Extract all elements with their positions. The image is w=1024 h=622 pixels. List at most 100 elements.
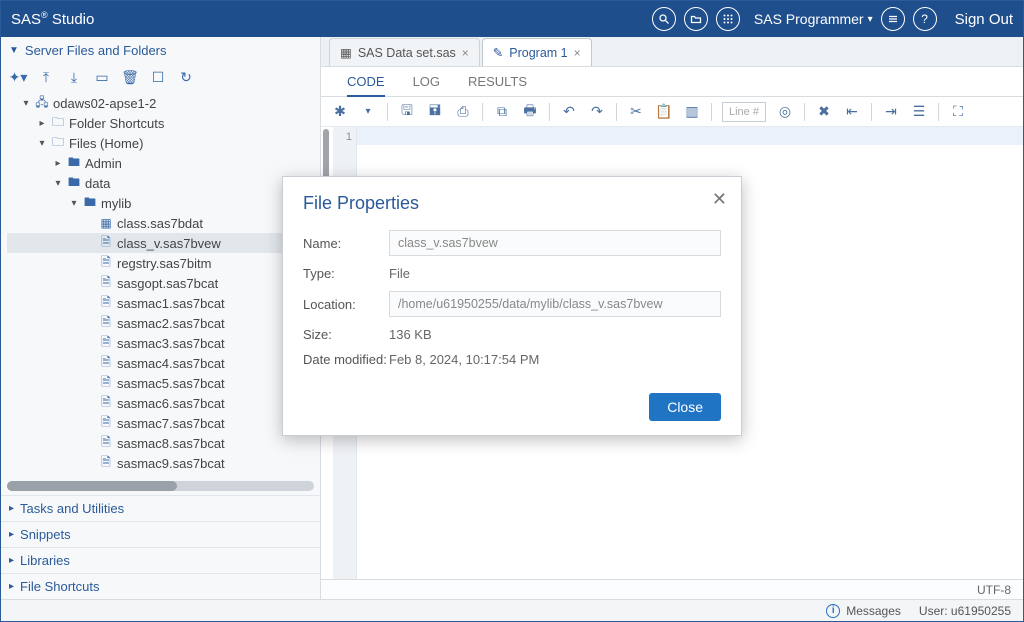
close-icon[interactable]: ✕ xyxy=(712,189,727,210)
sidebar: ▼ Server Files and Folders ✦▾ ⤒ ⤓ ▭ 🗑 ☐ … xyxy=(1,37,321,599)
tree-node-files-home[interactable]: ▾ 🗀 Files (Home) xyxy=(7,133,320,153)
panel-title: Tasks and Utilities xyxy=(20,501,124,516)
panel-tasks[interactable]: ▸ Tasks and Utilities xyxy=(1,495,320,521)
download-icon[interactable]: ⤓ xyxy=(65,68,83,86)
new-folder-icon[interactable]: ▭ xyxy=(93,68,111,86)
tree-node-server[interactable]: ▾ 🖧 odaws02-apse1-2 xyxy=(7,93,320,113)
maximize-icon[interactable]: ⛶ xyxy=(949,103,967,120)
tree-file-label: regstry.sas7bitm xyxy=(117,256,211,271)
chevron-right-icon: ▸ xyxy=(9,581,14,592)
tree-node-data[interactable]: ▾ 🖿 data xyxy=(7,173,320,193)
tree-file-item[interactable]: ▦class.sas7bdat xyxy=(7,213,320,233)
tree-file-item[interactable]: 🗎sasmac7.sas7bcat xyxy=(7,413,320,433)
undo-icon[interactable]: ↶ xyxy=(560,103,578,120)
file-tree[interactable]: ▾ 🖧 odaws02-apse1-2 ▸ 🗀 Folder Shortcuts… xyxy=(1,91,320,481)
outdent-icon[interactable]: ⇥ xyxy=(882,103,900,120)
chevron-down-icon: ▾ xyxy=(21,98,31,109)
tab-program-1[interactable]: ✎ Program 1 × xyxy=(482,38,592,66)
redo-icon[interactable]: ↷ xyxy=(588,103,606,120)
tree-file-item[interactable]: 🗎sasmac5.sas7bcat xyxy=(7,373,320,393)
find-icon[interactable]: ◎ xyxy=(776,103,794,120)
tree-node-mylib[interactable]: ▾ 🖿 mylib xyxy=(7,193,320,213)
indent-icon[interactable]: ⇤ xyxy=(843,103,861,120)
user-label: User: xyxy=(919,604,948,618)
tree-label: Folder Shortcuts xyxy=(69,116,164,131)
copy-icon[interactable]: ⧉ xyxy=(493,103,511,120)
export-icon[interactable]: ⎙ xyxy=(454,103,472,120)
cut-icon[interactable]: ✂ xyxy=(627,103,645,120)
delete-icon[interactable]: 🗑 xyxy=(121,68,139,86)
more-menu-icon[interactable] xyxy=(881,7,905,31)
panel-server-files[interactable]: ▼ Server Files and Folders xyxy=(1,37,320,63)
sidebar-sections: ▸ Tasks and Utilities ▸ Snippets ▸ Libra… xyxy=(1,495,320,599)
save-as-icon[interactable]: 🖬 xyxy=(426,100,444,124)
snippet-icon[interactable]: ☰ xyxy=(910,103,928,120)
apps-icon[interactable] xyxy=(716,7,740,31)
file-icon: 🗎 xyxy=(99,253,113,274)
role-dropdown[interactable]: SAS Programmer ▾ xyxy=(754,11,873,27)
scrollbar-thumb[interactable] xyxy=(7,481,177,491)
panel-libraries[interactable]: ▸ Libraries xyxy=(1,547,320,573)
help-icon[interactable]: ? xyxy=(913,7,937,31)
messages-label: Messages xyxy=(846,604,901,618)
panel-title: File Shortcuts xyxy=(20,579,99,594)
tree-file-item[interactable]: 🗎sasmac1.sas7bcat xyxy=(7,293,320,313)
goto-line-input[interactable]: Line # xyxy=(722,102,766,122)
field-location[interactable] xyxy=(389,291,721,317)
messages-button[interactable]: i Messages xyxy=(826,604,901,618)
tree-node-folder-shortcuts[interactable]: ▸ 🗀 Folder Shortcuts xyxy=(7,113,320,133)
tree-file-item[interactable]: 🗎 regstry.sas7bitm xyxy=(7,253,320,273)
tree-node-admin[interactable]: ▸ 🖿 Admin xyxy=(7,153,320,173)
code-line[interactable] xyxy=(357,127,1023,145)
folder-icon: 🖿 xyxy=(83,193,97,214)
close-icon[interactable]: × xyxy=(574,46,581,60)
tree-file-label: sasmac2.sas7bcat xyxy=(117,316,225,331)
sign-out-link[interactable]: Sign Out xyxy=(955,11,1013,28)
panel-title: Server Files and Folders xyxy=(25,43,167,58)
file-icon: 🗎 xyxy=(99,233,113,254)
tree-file-item[interactable]: 🗎sasmac6.sas7bcat xyxy=(7,393,320,413)
app-root: SAS® Studio SAS Programmer ▾ ? Sign Out … xyxy=(0,0,1024,622)
run-menu-chevron-icon[interactable]: ▾ xyxy=(359,106,377,117)
tree-file-label: sasmac4.sas7bcat xyxy=(117,356,225,371)
search-icon[interactable] xyxy=(652,7,676,31)
editor-subtabs: CODE LOG RESULTS xyxy=(321,67,1023,97)
tree-file-item[interactable]: 🗎class_v.sas7bvew xyxy=(7,233,320,253)
close-icon[interactable]: × xyxy=(462,46,469,60)
file-icon: 🗎 xyxy=(99,293,113,314)
tree-file-item[interactable]: 🗎sasmac4.sas7bcat xyxy=(7,353,320,373)
info-icon: i xyxy=(826,604,840,618)
subtab-results[interactable]: RESULTS xyxy=(468,68,527,95)
run-icon[interactable]: ✱ xyxy=(331,103,349,120)
label-name: Name: xyxy=(303,236,389,251)
tree-file-label: sasmac9.sas7bcat xyxy=(117,456,225,471)
horizontal-scrollbar[interactable] xyxy=(7,481,314,491)
subtab-log[interactable]: LOG xyxy=(413,68,440,95)
close-button[interactable]: Close xyxy=(649,393,721,421)
subtab-code[interactable]: CODE xyxy=(347,68,385,97)
folder-icon: 🖿 xyxy=(67,173,81,194)
panel-snippets[interactable]: ▸ Snippets xyxy=(1,521,320,547)
save-icon[interactable]: 🖫 xyxy=(398,100,416,124)
upload-icon[interactable]: ⤒ xyxy=(37,68,55,86)
home-icon: 🗀 xyxy=(51,133,65,154)
panel-file-shortcuts[interactable]: ▸ File Shortcuts xyxy=(1,573,320,599)
tree-file-item[interactable]: 🗎sasmac8.sas7bcat xyxy=(7,433,320,453)
properties-icon[interactable]: ☐ xyxy=(149,68,167,86)
new-icon[interactable]: ✦▾ xyxy=(9,68,27,86)
refresh-icon[interactable]: ↻ xyxy=(177,68,195,86)
clear-icon[interactable]: ▥ xyxy=(683,103,701,120)
print-icon[interactable]: 🖶 xyxy=(521,100,539,124)
open-icon[interactable] xyxy=(684,7,708,31)
paste-icon[interactable]: 📋 xyxy=(655,103,673,120)
tree-file-item[interactable]: 🗎sasmac3.sas7bcat xyxy=(7,333,320,353)
tree-file-item[interactable]: 🗎 sasmac2.sas7bcat xyxy=(7,313,320,333)
tree-file-item[interactable]: 🗎sasmac9.sas7bcat xyxy=(7,453,320,473)
tab-sas-data-set[interactable]: ▦ SAS Data set.sas × xyxy=(329,38,480,66)
format-icon[interactable]: ✖ xyxy=(815,103,833,120)
panel-title: Libraries xyxy=(20,553,70,568)
label-location: Location: xyxy=(303,297,389,312)
file-icon: 🗎 xyxy=(99,313,113,334)
field-name[interactable] xyxy=(389,230,721,256)
tree-file-item[interactable]: 🗎sasgopt.sas7bcat xyxy=(7,273,320,293)
